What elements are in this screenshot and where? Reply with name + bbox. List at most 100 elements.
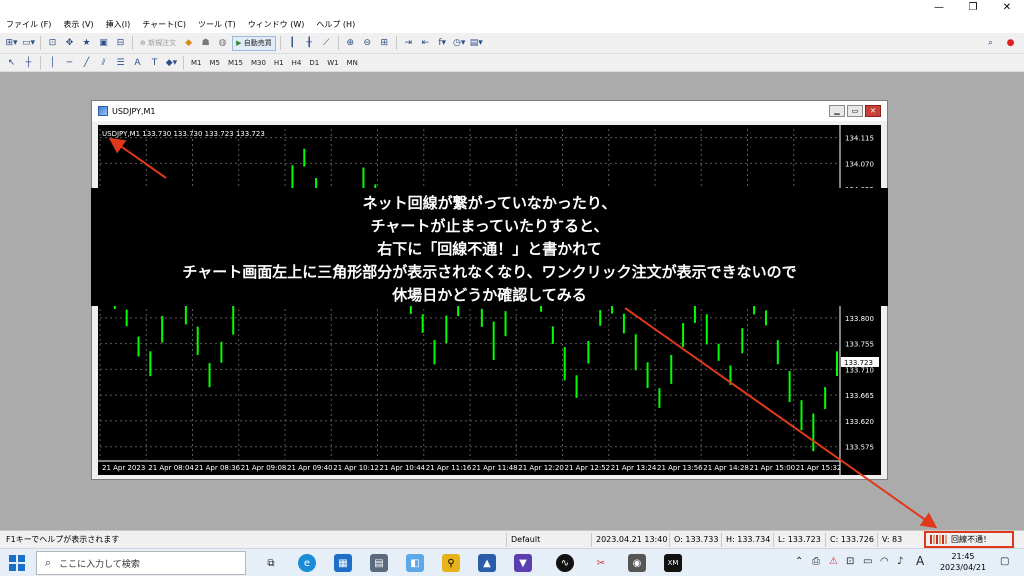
data-window-icon[interactable]: ✥ [62, 36, 77, 51]
timeframe-d1[interactable]: D1 [305, 59, 323, 67]
tray-device-icon[interactable]: ⊡ [846, 556, 854, 567]
title-menu-bar: — ❐ ✕ ファイル (F) 表示 (V) 挿入(I) チャート(C) ツール … [0, 0, 1024, 33]
tray-app-icon[interactable]: ⎙ [812, 556, 820, 567]
new-chart-icon[interactable]: ⊞▾ [4, 36, 19, 51]
toolbar-separator [279, 36, 281, 50]
auto-scroll-icon[interactable]: ⇥ [401, 36, 416, 51]
fibonacci-icon[interactable]: ☰ [113, 55, 128, 70]
label-icon[interactable]: T [147, 55, 162, 70]
task-view-icon[interactable]: ⧉ [262, 554, 280, 572]
y-tick-label: 133.755 [845, 341, 874, 349]
connection-status[interactable]: 回線不通！ [924, 531, 1014, 548]
timeframe-h4[interactable]: H4 [288, 59, 306, 67]
app-icon-key[interactable]: ⚲ [442, 554, 460, 572]
vertical-line-icon[interactable]: │ [45, 55, 60, 70]
timeframe-m1[interactable]: M1 [187, 59, 206, 67]
crosshair-icon[interactable]: ┼ [21, 55, 36, 70]
tray-alert-icon[interactable]: ⚠ [829, 556, 838, 567]
volume-icon[interactable]: ♪ [897, 556, 903, 567]
new-order-button[interactable]: ⊕ 新規注文 [137, 36, 179, 51]
notifications-icon[interactable]: ● [1003, 36, 1018, 51]
taskbar-clock[interactable]: 21:45 2023/04/21 [935, 551, 991, 573]
periods-icon[interactable]: ◷▾ [452, 36, 467, 51]
app-icon-arrow[interactable]: ▲ [478, 554, 496, 572]
vps-icon[interactable]: ◍ [215, 36, 230, 51]
tile-windows-icon[interactable]: ⊞ [377, 36, 392, 51]
timeframe-mn[interactable]: MN [343, 59, 362, 67]
timeframe-m30[interactable]: M30 [247, 59, 270, 67]
menu-help[interactable]: ヘルプ (H) [310, 19, 361, 30]
x-tick-label: 21 Apr 13:56 [657, 464, 703, 472]
menu-file[interactable]: ファイル (F) [0, 19, 57, 30]
chart-window-titlebar[interactable]: USDJPY,M1 ▁ ▭ ✕ [92, 101, 887, 121]
search-icon[interactable]: ⌕ [983, 36, 998, 51]
auto-trading-button[interactable]: ▶ 自動売買 [232, 35, 276, 51]
bar-chart-icon[interactable]: ┃ [285, 36, 300, 51]
chart-shift-icon[interactable]: ⇤ [418, 36, 433, 51]
templates-icon[interactable]: ▤▾ [469, 36, 484, 51]
xm-app-icon[interactable]: XM [664, 554, 682, 572]
chart-maximize-button[interactable]: ▭ [847, 105, 863, 117]
candlestick-icon[interactable]: ╂ [302, 36, 317, 51]
notification-center-icon[interactable]: ▢ [1000, 556, 1009, 567]
app-icon-triangle[interactable]: ▼ [514, 554, 532, 572]
windows-taskbar: ⌕ ここに入力して検索 ⧉ e ▦ ▤ ◧ ⚲ ▲ ▼ ∿ ✂ ◉ XM ⌃ ⎙… [0, 548, 1024, 576]
tray-chevron-icon[interactable]: ⌃ [795, 556, 803, 567]
timeframe-h1[interactable]: H1 [270, 59, 288, 67]
edge-icon[interactable]: e [298, 554, 316, 572]
menu-chart[interactable]: チャート(C) [136, 19, 192, 30]
status-close: C: 133.726 [825, 533, 877, 547]
text-icon[interactable]: A [130, 55, 145, 70]
tester-icon[interactable]: ⊟ [113, 36, 128, 51]
cursor-icon[interactable]: ↖ [4, 55, 19, 70]
signals-icon[interactable]: ☗ [198, 36, 213, 51]
annotation-line-4: チャート画面左上に三角形部分が表示されなくなり、ワンクリック注文が表示できないの… [182, 263, 797, 281]
line-chart-icon[interactable]: ⟋ [319, 36, 334, 51]
indicators-icon[interactable]: f▾ [435, 36, 450, 51]
x-tick-label: 21 Apr 15:32 [796, 464, 842, 472]
navigator-icon[interactable]: ★ [79, 36, 94, 51]
status-profile[interactable]: Default [506, 533, 591, 547]
menu-insert[interactable]: 挿入(I) [100, 19, 137, 30]
restore-button[interactable]: ❐ [956, 0, 990, 16]
horizontal-line-icon[interactable]: ─ [62, 55, 77, 70]
files-icon[interactable]: ◧ [406, 554, 424, 572]
menu-tools[interactable]: ツール (T) [192, 19, 242, 30]
windows-start-icon[interactable] [9, 555, 25, 571]
shapes-icon[interactable]: ◆▾ [164, 55, 179, 70]
snipping-icon[interactable]: ✂ [592, 554, 610, 572]
timeframe-w1[interactable]: W1 [323, 59, 342, 67]
chart-minimize-button[interactable]: ▁ [829, 105, 845, 117]
taskbar-search[interactable]: ⌕ ここに入力して検索 [36, 551, 246, 575]
clock-date: 2023/04/21 [939, 563, 987, 572]
zoom-in-icon[interactable]: ⊕ [343, 36, 358, 51]
timeframe-m5[interactable]: M5 [206, 59, 225, 67]
wifi-icon[interactable]: ◠ [880, 556, 889, 567]
auto-trading-icon: ▶ [236, 39, 242, 47]
battery-icon[interactable]: ▭ [863, 556, 872, 567]
new-order-icon: ⊕ [140, 39, 146, 47]
menu-window[interactable]: ウィンドウ (W) [242, 19, 311, 30]
trendline-icon[interactable]: ╱ [79, 55, 94, 70]
market-watch-icon[interactable]: ⊡ [45, 36, 60, 51]
camera-icon[interactable]: ◉ [628, 554, 646, 572]
ime-indicator[interactable]: A [916, 554, 924, 568]
zoom-out-icon[interactable]: ⊖ [360, 36, 375, 51]
x-tick-label: 21 Apr 10:44 [380, 464, 426, 472]
calculator-icon[interactable]: ▤ [370, 554, 388, 572]
close-button[interactable]: ✕ [990, 0, 1024, 16]
terminal-icon[interactable]: ▣ [96, 36, 111, 51]
metaeditor-icon[interactable]: ◆ [181, 36, 196, 51]
timeframe-m15[interactable]: M15 [224, 59, 247, 67]
connection-bars-icon [930, 535, 948, 544]
calendar-icon[interactable]: ▦ [334, 554, 352, 572]
x-tick-label: 21 Apr 08:04 [148, 464, 194, 472]
app-icon-pulse[interactable]: ∿ [556, 554, 574, 572]
menu-view[interactable]: 表示 (V) [57, 19, 99, 30]
minimize-button[interactable]: — [922, 0, 956, 16]
channel-icon[interactable]: ⫽ [96, 55, 111, 70]
profiles-icon[interactable]: ▭▾ [21, 36, 36, 51]
status-help-text: F1キーでヘルプが表示されます [6, 535, 120, 544]
chart-close-button[interactable]: ✕ [865, 105, 881, 117]
x-tick-label: 21 Apr 09:40 [287, 464, 333, 472]
